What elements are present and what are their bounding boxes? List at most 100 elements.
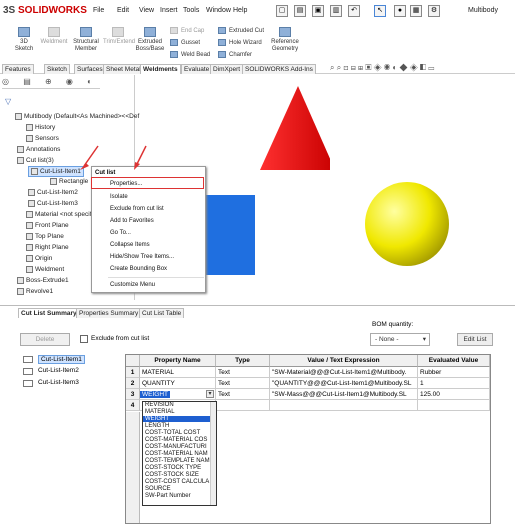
tree-item-material[interactable]: Material <not specif [26, 211, 92, 218]
tab-dimxpert[interactable]: DimXpert [210, 64, 244, 74]
tree-item-origin[interactable]: Origin [26, 255, 52, 262]
view-toolbar[interactable]: ⌕ ⌕ ⊡ ⊟ ⊞ ▣ ◈ ◉ ◐ ◆ ◈ ◧ ▭ [330, 63, 434, 73]
weld-bead-button[interactable]: Weld Bead [170, 51, 210, 58]
tab-surfaces[interactable]: Surfaces [74, 64, 106, 74]
menu-tools[interactable]: Tools [183, 7, 199, 14]
menu-item-add-favorites[interactable]: Add to Favorites [110, 218, 154, 224]
list-item[interactable]: Cut-List-Item2 [38, 367, 79, 374]
dropdown-option[interactable]: MATERIAL [145, 409, 175, 415]
menu-view[interactable]: View [139, 7, 154, 14]
chamfer-button[interactable]: Chamfer [218, 51, 252, 58]
tree-item-cut-list[interactable]: Cut list(3) [17, 157, 54, 164]
dropdown-option[interactable]: COST-MANUFACTURI [145, 444, 207, 450]
dropdown-option[interactable]: COST-COST CALCULA [145, 479, 209, 485]
print-icon[interactable]: ▥ [330, 5, 342, 17]
menu-item-exclude[interactable]: Exclude from cut list [110, 206, 164, 212]
gusset-button[interactable]: Gusset [170, 39, 200, 46]
reference-geometry-button[interactable]: Reference Geometry [268, 27, 302, 53]
tab-features[interactable]: Features [2, 64, 34, 74]
save-icon[interactable]: ▣ [312, 5, 324, 17]
tab-weldments[interactable]: Weldments [140, 64, 181, 74]
dropdown-option[interactable]: COST-TEMPLATE NAM [145, 458, 210, 464]
type-cell[interactable]: Text [216, 367, 270, 378]
menu-item-customize[interactable]: Customize Menu [110, 282, 155, 288]
menu-item-collapse[interactable]: Collapse Items [110, 242, 150, 248]
tab-properties-summary[interactable]: Properties Summary [76, 308, 142, 318]
tab-sketch[interactable]: Sketch [44, 64, 70, 74]
expression-cell[interactable]: "QUANTITY@@@Cut-List-Item1@Multibody.SL [270, 378, 418, 389]
column-header[interactable]: Type [216, 355, 270, 367]
dropdown-option[interactable]: COST-MATERIAL COS [145, 437, 207, 443]
dropdown-option[interactable]: LENGTH [145, 423, 169, 429]
menu-item-go-to[interactable]: Go To... [110, 230, 131, 236]
tree-item-boss-extrude1[interactable]: Boss-Extrude1 [17, 277, 69, 284]
dropdown-option[interactable]: COST-STOCK TYPE [145, 465, 201, 471]
tab-sheet-metal[interactable]: Sheet Metal [103, 64, 144, 74]
end-cap-button[interactable]: End Cap [170, 27, 204, 34]
options-icon[interactable]: ▦ [410, 5, 422, 17]
undo-icon[interactable]: ↶ [348, 5, 360, 17]
new-icon[interactable]: ▢ [276, 5, 288, 17]
tab-addins[interactable]: SOLIDWORKS Add-Ins [242, 64, 316, 74]
tree-item-history[interactable]: History [26, 124, 55, 131]
menu-file[interactable]: File [93, 7, 104, 14]
bom-quantity-select[interactable]: - None - ▾ [370, 333, 430, 346]
tab-cut-list-table[interactable]: Cut List Table [139, 308, 185, 318]
dropdown-option[interactable]: COST-MATERIAL NAM [145, 451, 208, 457]
expression-cell[interactable]: "SW-Material@@@Cut-List-Item1@Multibody. [270, 367, 418, 378]
menu-item-isolate[interactable]: Isolate [110, 194, 128, 200]
column-header[interactable]: Evaluated Value [418, 355, 490, 367]
structural-member-button[interactable]: Structural Member [71, 27, 101, 53]
column-header[interactable]: Value / Text Expression [270, 355, 418, 367]
list-item[interactable]: Cut-List-Item3 [38, 379, 79, 386]
menu-help[interactable]: Help [233, 7, 247, 14]
type-cell[interactable]: Text [216, 378, 270, 389]
rebuild-icon[interactable]: ● [394, 5, 406, 17]
edit-list-button[interactable]: Edit List [457, 333, 493, 346]
tree-item-right-plane[interactable]: Right Plane [26, 244, 69, 251]
gear-icon[interactable]: ⚙ [428, 5, 440, 17]
menu-edit[interactable]: Edit [117, 7, 129, 14]
filter-icon[interactable]: ▽ [5, 97, 11, 106]
feature-manager-tabs[interactable]: ◎ ▤ ⊕ ◉ ◐ [2, 77, 100, 89]
tree-item-weldment[interactable]: Weldment [26, 266, 64, 273]
trim-extend-button[interactable]: Trim/Extend [103, 27, 135, 46]
menu-window[interactable]: Window [206, 7, 231, 14]
open-icon[interactable]: ▤ [294, 5, 306, 17]
hole-wizard-button[interactable]: Hole Wizard [218, 39, 262, 46]
tree-item-top-plane[interactable]: Top Plane [26, 233, 64, 240]
weldment-button[interactable]: Weldment [40, 27, 68, 46]
property-name-cell[interactable]: QUANTITY [140, 378, 216, 389]
expression-cell[interactable]: "SW-Mass@@@Cut-List-Item1@Multibody.SL [270, 389, 418, 400]
tab-cut-list-summary[interactable]: Cut List Summary [18, 308, 80, 318]
dropdown-option[interactable]: COST-STOCK SIZE [145, 472, 199, 478]
exclude-checkbox[interactable] [80, 335, 88, 343]
extruded-boss-button[interactable]: Extruded Boss/Base [135, 27, 165, 53]
expression-cell[interactable] [270, 400, 418, 411]
chevron-down-icon[interactable]: ▾ [206, 390, 214, 398]
tab-evaluate[interactable]: Evaluate [181, 64, 213, 74]
delete-button[interactable]: Delete [20, 333, 70, 346]
dropdown-option[interactable]: COST-TOTAL COST [145, 430, 200, 436]
dropdown-option[interactable]: SOURCE [145, 486, 171, 492]
tree-root[interactable]: Multibody (Default<As Machined><<Def [15, 113, 139, 120]
extruded-cut-button[interactable]: Extruded Cut [218, 27, 264, 34]
dropdown-scrollbar[interactable] [210, 402, 216, 505]
tree-item-sensors[interactable]: Sensors [26, 135, 59, 142]
tree-item-cut-list-item2[interactable]: Cut-List-Item2 [28, 189, 78, 196]
type-cell[interactable]: Text [216, 389, 270, 400]
list-item[interactable]: Cut-List-Item1 [38, 355, 85, 364]
property-name-cell[interactable]: WEIGHT ▾ [140, 389, 216, 400]
tree-item-cut-list-item3[interactable]: Cut-List-Item3 [28, 200, 78, 207]
select-icon[interactable]: ↖ [374, 5, 386, 17]
column-header[interactable]: Property Name [140, 355, 216, 367]
property-name-cell[interactable]: MATERIAL [140, 367, 216, 378]
type-cell[interactable] [216, 400, 270, 411]
menu-item-hide-show[interactable]: Hide/Show Tree Items... [110, 254, 174, 260]
tree-item-rectangle[interactable]: Rectangle [50, 178, 88, 185]
dropdown-option[interactable]: REVISION [145, 402, 174, 408]
3d-sketch-button[interactable]: 3D Sketch [10, 27, 38, 53]
tree-item-front-plane[interactable]: Front Plane [26, 222, 69, 229]
tree-item-annotations[interactable]: Annotations [17, 146, 60, 153]
dropdown-option-selected[interactable]: WEIGHT [143, 416, 216, 422]
